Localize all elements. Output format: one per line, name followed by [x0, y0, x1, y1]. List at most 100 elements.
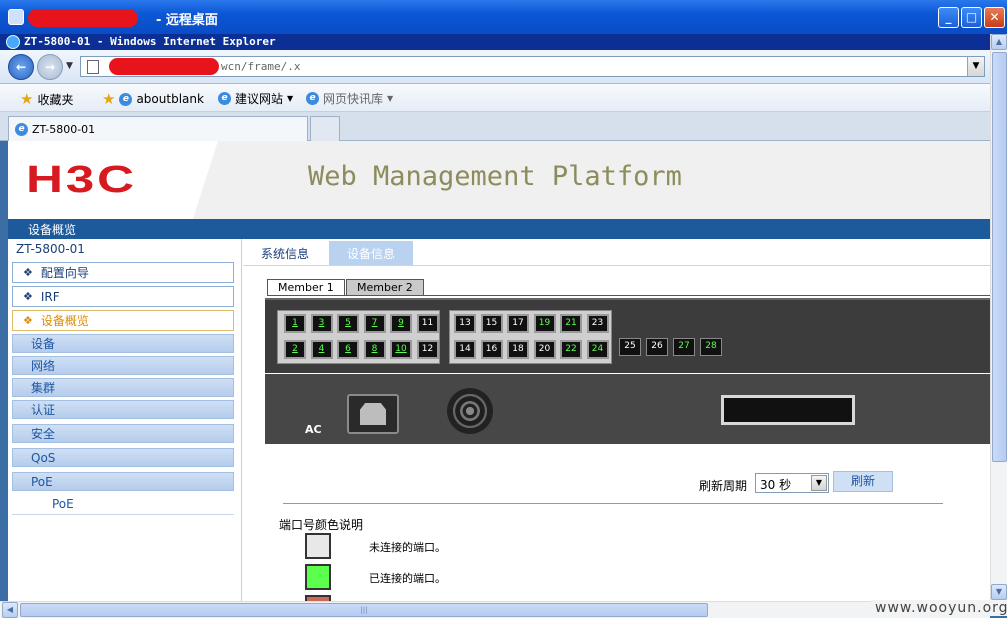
port-5[interactable]: 5 [337, 314, 359, 333]
favorites-button[interactable]: ★ 收藏夹 [20, 90, 73, 108]
port-group-13-24: 13 15 17 19 21 23 14 16 18 20 22 24 [449, 310, 612, 364]
redacted-url [109, 58, 219, 75]
menu-group-cluster[interactable]: 集群 [12, 378, 234, 397]
tab-bar: e ZT-5800-01 [0, 112, 990, 141]
maximize-button[interactable]: □ [961, 7, 982, 28]
ie-icon [6, 35, 20, 49]
refresh-button[interactable]: 刷新 [833, 471, 893, 492]
refresh-period-select[interactable]: 30 秒 ▼ [755, 473, 829, 493]
power-socket-icon [347, 394, 399, 434]
watermark-text: www.wooyun.org [871, 600, 1007, 616]
scroll-up-icon[interactable]: ▲ [991, 34, 1007, 50]
minimize-button[interactable]: _ [938, 7, 959, 28]
port-group-1-12: 1 3 5 7 9 11 2 4 6 8 10 12 [277, 310, 440, 364]
menu-group-auth[interactable]: 认证 [12, 400, 234, 419]
address-bar[interactable]: wcn/frame/.x ▼ [80, 56, 985, 77]
port-23[interactable]: 23 [586, 314, 609, 333]
port-8[interactable]: 8 [363, 340, 386, 359]
vertical-scroll-thumb[interactable] [992, 52, 1007, 462]
switch-chassis: AC [265, 374, 990, 444]
remote-desktop-icon [8, 9, 24, 25]
port-22[interactable]: 22 [560, 340, 582, 359]
fan-icon [447, 388, 493, 434]
web-page: H3C Web Management Platform 设备概览 ZT-5800… [8, 141, 990, 601]
horizontal-scroll-thumb[interactable]: ||| [20, 603, 708, 617]
port-1[interactable]: 1 [284, 314, 306, 333]
port-3[interactable]: 3 [310, 314, 333, 333]
menu-group-qos[interactable]: QoS [12, 448, 234, 467]
forward-button[interactable]: → [37, 54, 63, 80]
port-6[interactable]: 6 [337, 340, 359, 359]
favorites-bar: ★ 收藏夹 ★ e aboutblank e 建议网站 ▼ e 网页快讯库 ▼ [0, 84, 990, 112]
address-dropdown-icon[interactable]: ▼ [967, 57, 984, 76]
scroll-down-icon[interactable]: ▼ [991, 584, 1007, 600]
back-button[interactable]: ← [8, 54, 34, 80]
port-15[interactable]: 15 [480, 314, 503, 333]
history-dropdown-icon[interactable]: ▼ [66, 61, 73, 71]
menu-group-device[interactable]: 设备 [12, 334, 234, 353]
port-11[interactable]: 11 [416, 314, 439, 333]
ie-page-icon: e [306, 92, 319, 105]
fav-item-webslice[interactable]: e 网页快讯库 ▼ [306, 90, 393, 107]
diamond-icon: ❖ [23, 290, 33, 303]
port-13[interactable]: 13 [454, 314, 476, 333]
port-20[interactable]: 20 [533, 340, 556, 359]
port-10[interactable]: 10 [390, 340, 412, 359]
port-19[interactable]: 19 [533, 314, 556, 333]
port-27[interactable]: 27 [673, 338, 695, 356]
port-18[interactable]: 18 [507, 340, 529, 359]
fav-item-aboutblank[interactable]: ★ e aboutblank [102, 90, 204, 108]
port-24[interactable]: 24 [586, 340, 609, 359]
ie-title-text: ZT-5800-01 - Windows Internet Explorer [24, 35, 276, 48]
port-26[interactable]: 26 [646, 338, 668, 356]
port-9[interactable]: 9 [390, 314, 412, 333]
menu-group-security[interactable]: 安全 [12, 424, 234, 443]
new-tab-button[interactable] [310, 116, 340, 141]
nav-strip-title: 设备概览 [28, 223, 77, 237]
fav-item-suggested[interactable]: e 建议网站 ▼ [218, 90, 293, 107]
port-14[interactable]: 14 [454, 340, 476, 359]
port-16[interactable]: 16 [480, 340, 503, 359]
tab-member-1[interactable]: Member 1 [267, 279, 345, 295]
menu-device-overview[interactable]: ❖ 设备概览 [12, 310, 234, 331]
menu-group-network[interactable]: 网络 [12, 356, 234, 375]
legend-swatch-up [305, 564, 331, 590]
ie-page-icon: e [15, 122, 28, 136]
tab-member-2[interactable]: Member 2 [346, 279, 424, 295]
legend-text-up: 已连接的端口。 [369, 572, 446, 585]
star-icon: ★ [20, 90, 34, 108]
diamond-icon: ❖ [23, 314, 33, 327]
port-25[interactable]: 25 [619, 338, 641, 356]
platform-title: Web Management Platform [308, 161, 682, 192]
legend-text-down: 未连接的端口。 [369, 541, 446, 554]
rdp-title-text: - 远程桌面 [156, 13, 218, 28]
tab-system-info[interactable]: 系统信息 [243, 241, 328, 265]
horizontal-scrollbar[interactable]: ◀ ||| [0, 601, 990, 618]
menu-config-wizard[interactable]: ❖ 配置向导 [12, 262, 234, 283]
ie-page-icon: e [218, 92, 231, 105]
browser-tab[interactable]: e ZT-5800-01 [8, 116, 308, 141]
scroll-left-icon[interactable]: ◀ [2, 602, 18, 618]
tab-device-info[interactable]: 设备信息 [329, 241, 414, 265]
redacted-host [28, 9, 138, 27]
page-icon [87, 60, 99, 74]
add-favorite-icon: ★ [102, 90, 116, 108]
port-21[interactable]: 21 [560, 314, 582, 333]
menu-item-poe[interactable]: PoE [52, 497, 74, 511]
menu-irf[interactable]: ❖ IRF [12, 286, 234, 307]
port-4[interactable]: 4 [310, 340, 333, 359]
close-button[interactable]: ✕ [984, 7, 1005, 28]
menu-group-poe[interactable]: PoE [12, 472, 234, 491]
port-2[interactable]: 2 [284, 340, 306, 359]
vertical-scrollbar[interactable]: ▲ ▼ [990, 34, 1007, 601]
port-17[interactable]: 17 [507, 314, 529, 333]
chevron-down-icon: ▼ [811, 475, 827, 491]
divider [283, 503, 943, 504]
content-area: 系统信息 设备信息 Member 1 Member 2 1 3 5 7 9 11 2 4 6 8 1… [243, 239, 990, 601]
legend-swatch-down [305, 533, 331, 559]
address-text: wcn/frame/.x [221, 60, 301, 73]
port-7[interactable]: 7 [363, 314, 386, 333]
nav-strip: 设备概览 [8, 219, 990, 239]
port-28[interactable]: 28 [700, 338, 722, 356]
port-12[interactable]: 12 [416, 340, 439, 359]
